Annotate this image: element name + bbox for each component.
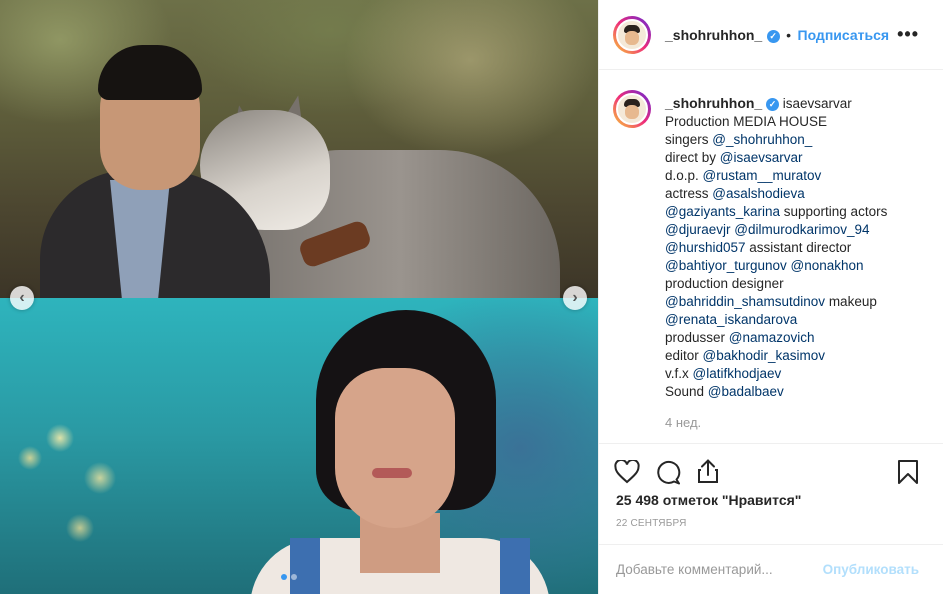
caption-body: Production MEDIA HOUSE singers @_shohruhh… xyxy=(665,113,930,401)
caption-text: assistant director xyxy=(745,240,852,255)
verified-badge-icon: ✓ xyxy=(766,30,780,43)
caption-text: Production MEDIA HOUSE xyxy=(665,114,828,129)
avatar[interactable] xyxy=(613,16,651,54)
share-icon[interactable] xyxy=(696,458,720,484)
caption-text: v.f.x xyxy=(665,366,693,381)
mention-link[interactable]: @asalshodieva xyxy=(712,186,805,201)
mention-link[interactable]: @bakhodir_kasimov xyxy=(703,348,826,363)
carousel-dot xyxy=(281,574,287,580)
mention-link[interactable]: @hurshid057 xyxy=(665,240,746,255)
mention-link[interactable]: @namazovich xyxy=(729,330,815,345)
caption-line: Production MEDIA HOUSE xyxy=(665,113,930,131)
caption-line: produsser @namazovich xyxy=(665,329,930,347)
mention-link[interactable]: @bahriddin_shamsutdinov xyxy=(665,294,825,309)
carousel-prev-button[interactable]: ‹ xyxy=(10,286,34,310)
caption-line: direct by @isaevsarvar xyxy=(665,149,930,167)
caption-text: production designer xyxy=(665,276,784,291)
caption-text: supporting actors xyxy=(780,204,888,219)
caption-line: singers @_shohruhhon_ xyxy=(665,131,930,149)
caption-text: d.o.p. xyxy=(665,168,703,183)
carousel-dot xyxy=(291,574,297,580)
woman-face xyxy=(335,368,455,528)
caption-line: @gaziyants_karina supporting actors xyxy=(665,203,930,221)
mention-link[interactable]: @djuraevjr xyxy=(665,222,730,237)
caption-line: @renata_iskandarova xyxy=(665,311,930,329)
post-caption: _shohruhhon_ ✓ isaevsarvar Production ME… xyxy=(665,94,930,401)
more-options-icon[interactable]: ••• xyxy=(897,24,919,45)
follow-button[interactable]: Подписаться xyxy=(798,27,890,43)
caption-text: actress xyxy=(665,186,713,201)
mention-link[interactable]: @isaevsarvar xyxy=(720,150,803,165)
carousel-indicator xyxy=(281,574,297,580)
post-time-ago[interactable]: 4 нед. xyxy=(665,415,701,430)
caption-text: makeup xyxy=(825,294,877,309)
carousel-next-button[interactable]: › xyxy=(563,286,587,310)
heart-icon[interactable] xyxy=(614,460,640,484)
publish-button[interactable]: Опубликовать xyxy=(823,562,919,577)
mention-link[interactable]: @rustam__muratov xyxy=(703,168,822,183)
photo-woman xyxy=(0,298,598,594)
man-hair xyxy=(98,45,202,100)
avatar-image xyxy=(616,93,648,125)
mention-link[interactable]: @renata_iskandarova xyxy=(665,312,797,327)
chevron-left-icon: ‹ xyxy=(19,289,25,306)
caption-text: Sound xyxy=(665,384,708,399)
mention-link[interactable]: @nonakhon xyxy=(791,258,864,273)
caption-line: @hurshid057 assistant director xyxy=(665,239,930,257)
caption-line: Sound @badalbaev xyxy=(665,383,930,401)
photo-man-and-husky xyxy=(0,0,598,310)
caption-text: editor xyxy=(665,348,703,363)
mention-link[interactable]: @badalbaev xyxy=(708,384,784,399)
caption-line: @bahriddin_shamsutdinov makeup xyxy=(665,293,930,311)
caption-text: singers xyxy=(665,132,713,147)
caption-tagged-user[interactable]: isaevsarvar xyxy=(783,96,852,111)
verified-badge-icon: ✓ xyxy=(766,98,779,111)
post-sidebar: _shohruhhon_ ✓ • Подписаться ••• _shohru… xyxy=(598,0,943,594)
caption-line: actress @asalshodieva xyxy=(665,185,930,203)
comment-form: Опубликовать xyxy=(599,544,943,594)
header-user-row: _shohruhhon_ ✓ • Подписаться xyxy=(665,27,889,45)
comment-input[interactable] xyxy=(616,559,806,579)
username-link[interactable]: _shohruhhon_ xyxy=(665,27,762,43)
chevron-right-icon: › xyxy=(572,289,578,306)
caption-text: direct by xyxy=(665,150,720,165)
post-media[interactable]: ‹ › xyxy=(0,0,598,594)
woman-lips xyxy=(372,468,412,478)
caption-line: @djuraevjr @dilmurodkarimov_94 xyxy=(665,221,930,239)
overall-strap xyxy=(290,538,320,594)
mention-link[interactable]: @dilmurodkarimov_94 xyxy=(734,222,869,237)
caption-author-row: _shohruhhon_ ✓ isaevsarvar xyxy=(665,94,930,113)
mention-link[interactable]: @gaziyants_karina xyxy=(665,204,780,219)
bookmark-icon[interactable] xyxy=(897,459,919,485)
post-header: _shohruhhon_ ✓ • Подписаться ••• xyxy=(599,0,943,70)
mention-link[interactable]: @bahtiyor_turgunov xyxy=(665,258,787,273)
separator: • xyxy=(786,27,792,43)
caption-author-link[interactable]: _shohruhhon_ xyxy=(665,95,762,111)
caption-avatar[interactable] xyxy=(613,90,651,128)
caption-text: produsser xyxy=(665,330,729,345)
caption-line: d.o.p. @rustam__muratov xyxy=(665,167,930,185)
avatar-image xyxy=(616,19,648,51)
caption-line: editor @bakhodir_kasimov xyxy=(665,347,930,365)
overall-strap xyxy=(500,538,530,594)
caption-line: v.f.x @latifkhodjaev xyxy=(665,365,930,383)
post-date[interactable]: 22 СЕНТЯБРЯ xyxy=(616,518,687,529)
caption-line: @bahtiyor_turgunov @nonakhon xyxy=(665,257,930,275)
caption-line: production designer xyxy=(665,275,930,293)
mention-link[interactable]: @_shohruhhon_ xyxy=(712,132,812,147)
comment-icon[interactable] xyxy=(655,460,681,486)
mention-link[interactable]: @latifkhodjaev xyxy=(693,366,782,381)
likes-count[interactable]: 25 498 отметок "Нравится" xyxy=(616,492,801,508)
